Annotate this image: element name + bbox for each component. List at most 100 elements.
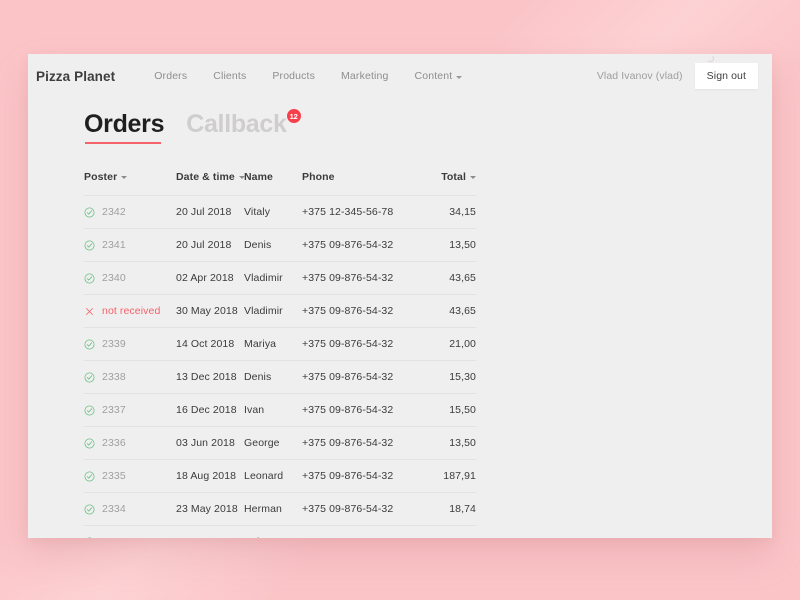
table-row[interactable]: 2340 02 Apr 2018 Vladimir +375 09-876-54-32… bbox=[84, 261, 476, 295]
sort-caret-icon bbox=[121, 176, 128, 179]
check-circle-icon bbox=[84, 405, 95, 415]
cell-phone: +375 12-345-56-78 bbox=[302, 195, 426, 229]
cell-total: 187,91 bbox=[426, 459, 476, 493]
tab-orders[interactable]: Orders bbox=[84, 112, 164, 146]
cell-date: 13 Dec 2018 bbox=[176, 360, 244, 394]
cell-date: 20 Jul 2018 bbox=[176, 228, 244, 262]
nav-link-label: Orders bbox=[154, 70, 188, 82]
nav-link-label: Marketing bbox=[341, 70, 389, 82]
cell-poster: 2342 bbox=[84, 195, 176, 229]
cell-total: 34,15 bbox=[426, 195, 476, 229]
cell-name: Leonard bbox=[244, 459, 302, 493]
cell-poster: 2334 bbox=[84, 492, 176, 526]
poster-id-label: 2338 bbox=[102, 371, 126, 383]
nav-link-clients[interactable]: Clients bbox=[200, 64, 259, 88]
table-row[interactable]: 2339 14 Oct 2018 Mariya +375 09-876-54-32 21… bbox=[84, 327, 476, 361]
column-header-date[interactable]: Date & time bbox=[176, 171, 245, 196]
tab-callback[interactable]: Callback 12 bbox=[186, 109, 301, 146]
check-circle-icon bbox=[84, 339, 95, 349]
poster-cell: 2342 bbox=[84, 206, 176, 218]
cell-phone: +375 09-876-54-32 bbox=[302, 228, 426, 262]
primary-nav: Orders Clients Products Marketing Content bbox=[141, 64, 475, 88]
top-navigation-bar: Pizza Planet Orders Clients Products Market… bbox=[28, 54, 772, 98]
cell-name: Ivan bbox=[244, 393, 302, 427]
check-circle-icon bbox=[84, 207, 95, 217]
poster-id-label: 2340 bbox=[102, 272, 126, 284]
cell-phone: +375 09-876-54-32 bbox=[302, 393, 426, 427]
sort-caret-icon bbox=[238, 176, 245, 179]
check-circle-icon bbox=[84, 240, 95, 250]
cell-date: 30 May 2018 bbox=[176, 294, 244, 328]
cell-total: 15,30 bbox=[426, 360, 476, 394]
table-header-row: Poster Date & time Name Phone Total bbox=[84, 171, 476, 196]
cell-total: 15,71 bbox=[426, 525, 476, 538]
sign-out-button[interactable]: Sign out bbox=[694, 63, 758, 89]
cell-name: Vitaly bbox=[244, 195, 302, 229]
cell-total: 15,50 bbox=[426, 393, 476, 427]
column-header-label: Phone bbox=[302, 171, 335, 183]
poster-cell: 2336 bbox=[84, 437, 176, 449]
cell-phone: +375 09-876-54-32 bbox=[302, 327, 426, 361]
cell-name: Herman bbox=[244, 492, 302, 526]
check-circle-icon bbox=[84, 504, 95, 514]
poster-id-label: 2335 bbox=[102, 470, 126, 482]
nav-link-label: Products bbox=[272, 70, 316, 82]
app-window: Pizza Planet Orders Clients Products Market… bbox=[28, 54, 772, 538]
cell-poster: 2341 bbox=[84, 228, 176, 262]
table-row[interactable]: 2336 03 Jun 2018 George +375 09-876-54-32 13… bbox=[84, 426, 476, 460]
poster-id-label: 2341 bbox=[102, 239, 126, 251]
table-row[interactable]: 2342 20 Jul 2018 Vitaly +375 12-345-56-78 34… bbox=[84, 195, 476, 229]
page-tabs: Orders Callback 12 bbox=[84, 109, 772, 146]
poster-cell: 2337 bbox=[84, 404, 176, 416]
cell-poster: 2335 bbox=[84, 459, 176, 493]
cell-date: 03 Jun 2018 bbox=[176, 426, 244, 460]
poster-cell: 2333 bbox=[84, 536, 176, 538]
cell-name: George bbox=[244, 426, 302, 460]
poster-cell: 2338 bbox=[84, 371, 176, 383]
cell-poster: 2340 bbox=[84, 261, 176, 295]
tab-label: Orders bbox=[84, 110, 165, 138]
nav-link-orders[interactable]: Orders bbox=[141, 64, 200, 88]
cell-phone: +375 09-876-54-32 bbox=[302, 492, 426, 526]
table-row[interactable]: not received 30 May 2018 Vladimir +375 09-8… bbox=[84, 294, 476, 328]
table-row[interactable]: 2335 18 Aug 2018 Leonard +375 09-876-54-32 1… bbox=[84, 459, 476, 493]
check-circle-icon bbox=[84, 471, 95, 481]
cell-name: Denis bbox=[244, 228, 302, 262]
nav-link-products[interactable]: Products bbox=[259, 64, 328, 88]
column-header-total[interactable]: Total bbox=[426, 171, 476, 196]
poster-cell: 2335 bbox=[84, 470, 176, 482]
brand-logo[interactable]: Pizza Planet bbox=[36, 69, 115, 84]
column-header-label: Total bbox=[441, 171, 466, 183]
cell-date: 16 Dec 2018 bbox=[176, 393, 244, 427]
cell-poster: 2339 bbox=[84, 327, 176, 361]
nav-link-label: Clients bbox=[213, 70, 247, 82]
column-header-name: Name bbox=[244, 171, 302, 196]
cell-phone: +375 09-876-54-32 bbox=[302, 360, 426, 394]
table-row[interactable]: 2341 20 Jul 2018 Denis +375 09-876-54-32 13,… bbox=[84, 228, 476, 262]
poster-cell: 2341 bbox=[84, 239, 176, 251]
check-circle-icon bbox=[84, 273, 95, 283]
close-x-icon bbox=[86, 307, 93, 315]
nav-link-content[interactable]: Content bbox=[401, 64, 475, 88]
column-header-poster[interactable]: Poster bbox=[84, 171, 176, 196]
tab-notification-badge: 12 bbox=[286, 109, 301, 123]
active-tab-underline bbox=[85, 142, 162, 144]
cell-total: 21,00 bbox=[426, 327, 476, 361]
cell-phone: +375 09-876-54-32 bbox=[302, 459, 426, 493]
orders-table: Poster Date & time Name Phone Total 2342 20 J… bbox=[84, 171, 476, 538]
column-header-phone: Phone bbox=[302, 171, 426, 196]
table-row[interactable]: 2334 23 May 2018 Herman +375 09-876-54-32 18… bbox=[84, 492, 476, 526]
table-row[interactable]: 2333 08 Nov 2018Dylan+375 09-876-54-3215,… bbox=[84, 525, 476, 538]
tab-label: Callback bbox=[186, 110, 287, 138]
cell-phone: +375 09-876-54-32 bbox=[302, 525, 426, 538]
poster-id-label: 2337 bbox=[102, 404, 126, 416]
column-header-label: Poster bbox=[84, 171, 118, 183]
table-row[interactable]: 2338 13 Dec 2018 Denis +375 09-876-54-32 15,… bbox=[84, 360, 476, 394]
cell-total: 13,50 bbox=[426, 228, 476, 262]
table-row[interactable]: 2337 16 Dec 2018 Ivan +375 09-876-54-32 15,5… bbox=[84, 393, 476, 427]
cell-phone: +375 09-876-54-32 bbox=[302, 261, 426, 295]
nav-link-marketing[interactable]: Marketing bbox=[328, 64, 401, 88]
check-circle-icon bbox=[84, 372, 95, 382]
cell-phone: +375 09-876-54-32 bbox=[302, 426, 426, 460]
column-header-label: Date & time bbox=[176, 171, 235, 183]
